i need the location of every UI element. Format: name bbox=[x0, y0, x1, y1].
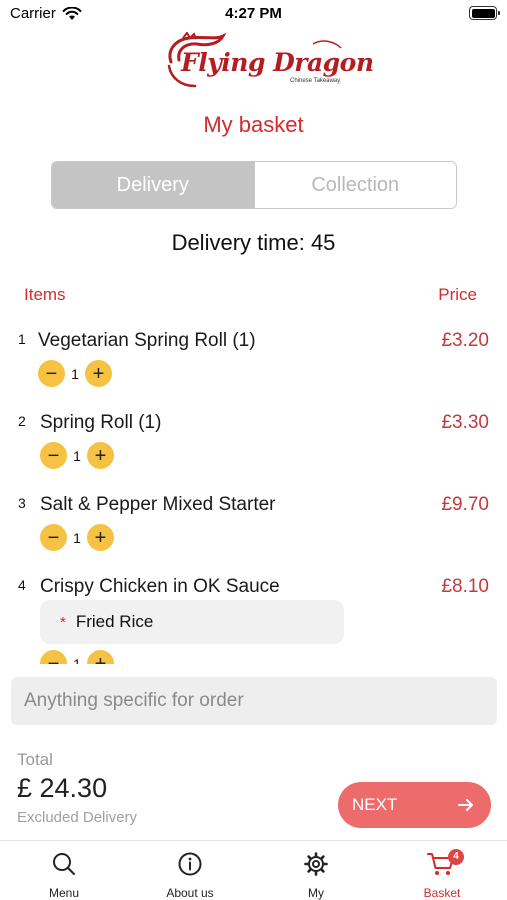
items-column-header: Items bbox=[24, 285, 66, 304]
delivery-time-label: Delivery time: bbox=[171, 230, 305, 255]
quantity-stepper: − 1 + bbox=[40, 442, 114, 469]
cart-count-badge: 4 bbox=[448, 849, 464, 865]
info-icon bbox=[178, 852, 202, 876]
delivery-time-value: 45 bbox=[310, 230, 336, 255]
increase-quantity-button[interactable]: + bbox=[85, 360, 112, 387]
item-index: 3 bbox=[18, 495, 26, 511]
item-price: £3.20 bbox=[441, 330, 489, 351]
item-index: 2 bbox=[18, 413, 26, 429]
total-amount: £ 24.30 bbox=[17, 773, 108, 803]
item-name: Crispy Chicken in OK Sauce bbox=[40, 576, 280, 597]
item-name: Spring Roll (1) bbox=[40, 412, 162, 433]
item-name: Vegetarian Spring Roll (1) bbox=[38, 330, 256, 351]
increase-quantity-button[interactable]: + bbox=[87, 442, 114, 469]
quantity-value: 1 bbox=[73, 655, 81, 665]
arrow-right-icon bbox=[458, 799, 473, 811]
basket-item: 3 Salt & Pepper Mixed Starter £9.70 − 1 … bbox=[0, 486, 507, 568]
quantity-stepper: − 1 + bbox=[40, 524, 114, 551]
brand-logo: Flying Dragon Chinese Takeaway bbox=[163, 32, 374, 92]
decrease-quantity-button[interactable]: − bbox=[40, 650, 67, 664]
item-name: Salt & Pepper Mixed Starter bbox=[40, 494, 276, 515]
order-notes-input[interactable] bbox=[11, 677, 497, 725]
tab-basket[interactable]: 4 Basket bbox=[379, 841, 505, 900]
quantity-value: 1 bbox=[73, 529, 81, 546]
increase-quantity-button[interactable]: + bbox=[87, 524, 114, 551]
search-icon bbox=[53, 853, 75, 875]
tab-bar: Menu About us My 4 Basket bbox=[0, 840, 507, 900]
delivery-mode-toggle: Delivery Collection bbox=[51, 161, 457, 209]
quantity-stepper: − 1 + bbox=[38, 360, 112, 387]
increase-quantity-button[interactable]: + bbox=[87, 650, 114, 664]
decrease-quantity-button[interactable]: − bbox=[40, 524, 67, 551]
tab-about-us[interactable]: About us bbox=[127, 841, 253, 900]
basket-item: 4 Crispy Chicken in OK Sauce £8.10 * Fri… bbox=[0, 568, 507, 664]
basket-item: 2 Spring Roll (1) £3.30 − 1 + bbox=[0, 404, 507, 486]
collection-option[interactable]: Collection bbox=[253, 162, 456, 208]
decrease-quantity-button[interactable]: − bbox=[38, 360, 65, 387]
quantity-value: 1 bbox=[71, 365, 79, 382]
tab-menu[interactable]: Menu bbox=[1, 841, 127, 900]
required-marker: * bbox=[60, 613, 66, 631]
item-index: 4 bbox=[18, 577, 26, 593]
tab-label: About us bbox=[166, 886, 214, 900]
tab-label: My bbox=[308, 886, 324, 900]
item-price: £9.70 bbox=[441, 494, 489, 515]
total-note: Excluded Delivery bbox=[17, 809, 138, 826]
status-time: 4:27 PM bbox=[225, 5, 282, 22]
basket-list[interactable]: 1 Vegetarian Spring Roll (1) £3.20 − 1 +… bbox=[0, 322, 507, 664]
item-option-label: Fried Rice bbox=[75, 612, 154, 631]
quantity-value: 1 bbox=[73, 447, 81, 464]
item-option: * Fried Rice bbox=[40, 600, 344, 644]
decrease-quantity-button[interactable]: − bbox=[40, 442, 67, 469]
page-title: My basket bbox=[203, 112, 304, 137]
gear-icon bbox=[304, 852, 328, 876]
item-price: £3.30 bbox=[441, 412, 489, 433]
item-index: 1 bbox=[18, 331, 26, 347]
quantity-stepper: − 1 + bbox=[40, 650, 114, 664]
logo-subtitle: Chinese Takeaway bbox=[290, 78, 341, 84]
delivery-time: Delivery time: 45 bbox=[0, 230, 507, 256]
tab-label: Menu bbox=[48, 886, 80, 900]
status-bar: Carrier 4:27 PM bbox=[0, 0, 507, 28]
basket-item: 1 Vegetarian Spring Roll (1) £3.20 − 1 + bbox=[0, 322, 507, 404]
delivery-option[interactable]: Delivery bbox=[52, 162, 254, 208]
next-button-label: NEXT bbox=[352, 795, 398, 814]
item-price: £8.10 bbox=[441, 576, 489, 597]
price-column-header: Price bbox=[438, 285, 477, 304]
logo-name: Flying Dragon bbox=[181, 48, 374, 77]
next-button[interactable]: NEXT bbox=[338, 782, 491, 828]
total-label: Total bbox=[17, 750, 53, 769]
tab-my[interactable]: My bbox=[253, 841, 379, 900]
tab-label: Basket bbox=[423, 886, 461, 900]
battery-icon bbox=[469, 6, 500, 20]
